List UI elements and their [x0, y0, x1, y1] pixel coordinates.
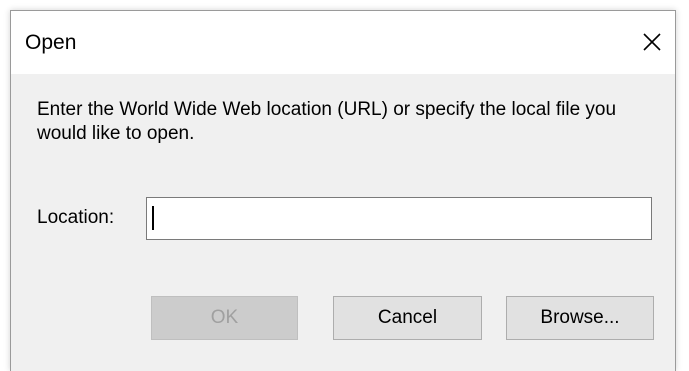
- title-bar: Open: [11, 11, 675, 74]
- browse-button[interactable]: Browse...: [506, 296, 654, 340]
- cancel-button[interactable]: Cancel: [333, 296, 482, 340]
- location-input[interactable]: [146, 197, 652, 240]
- close-icon: [643, 33, 661, 51]
- dialog-body: Enter the World Wide Web location (URL) …: [11, 74, 675, 371]
- location-label: Location:: [37, 207, 115, 228]
- dialog-title: Open: [25, 31, 77, 54]
- ok-button[interactable]: OK: [151, 296, 298, 340]
- close-button[interactable]: [629, 19, 675, 65]
- instruction-text: Enter the World Wide Web location (URL) …: [37, 99, 617, 144]
- open-dialog: Open Enter the World Wide Web location (…: [10, 10, 676, 371]
- text-caret: [152, 206, 154, 230]
